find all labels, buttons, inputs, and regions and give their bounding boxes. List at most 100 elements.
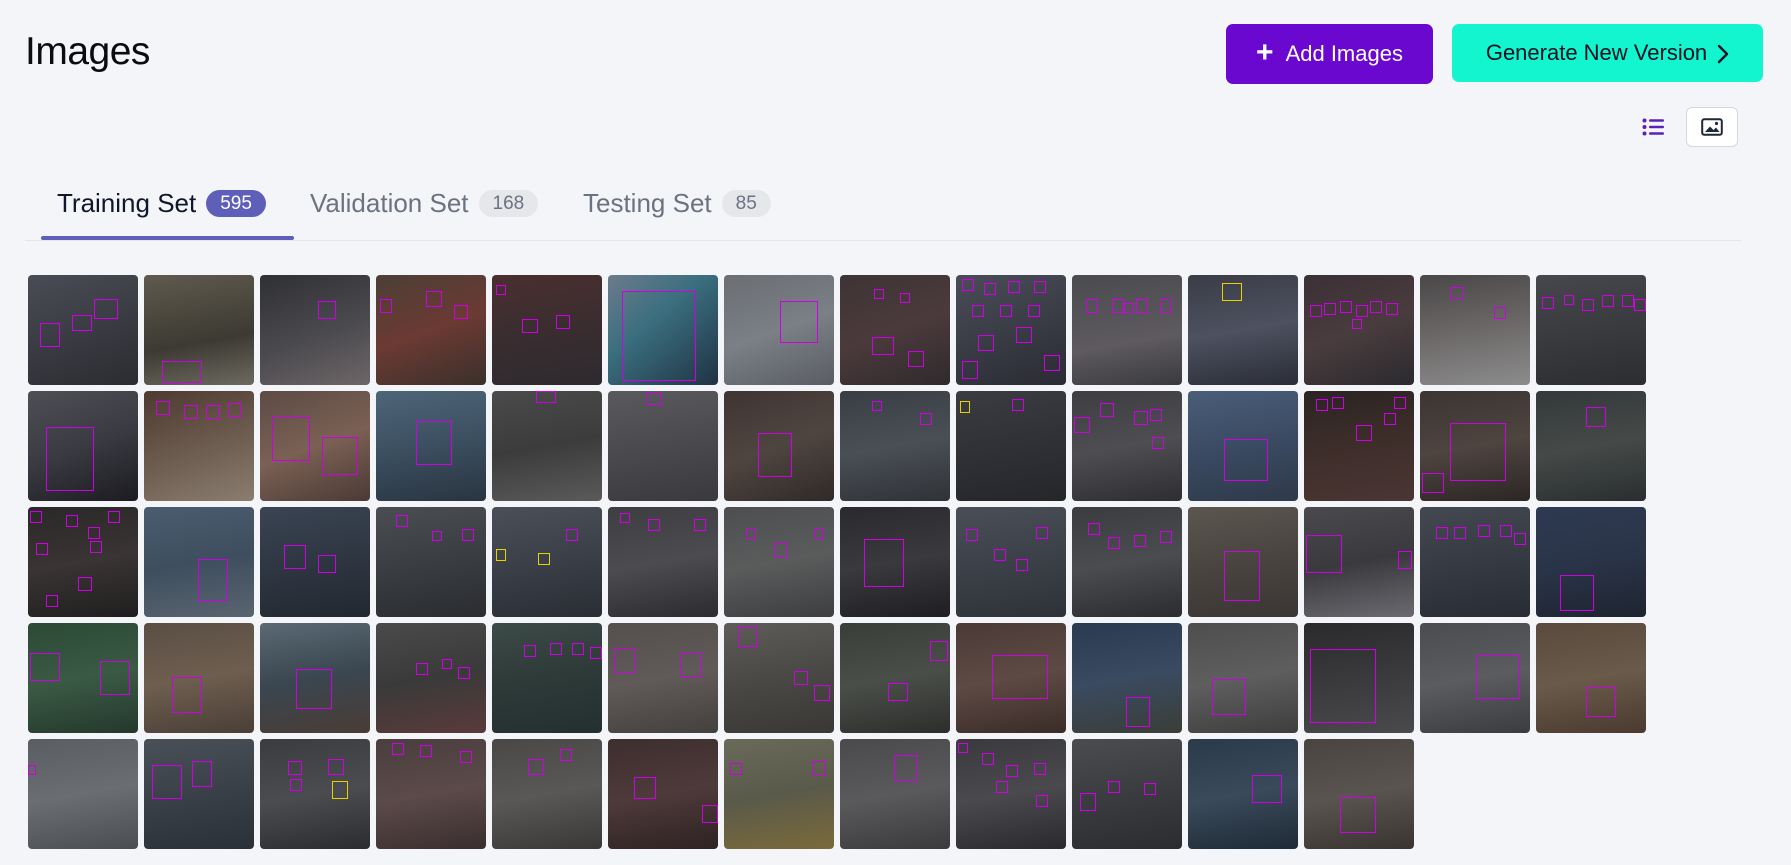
bounding-box-annotation [460,751,472,763]
image-thumbnail[interactable] [28,739,138,849]
bounding-box-annotation [1340,301,1352,313]
bounding-box-annotation [680,653,702,677]
bounding-box-annotation [1450,287,1464,299]
image-grid [28,275,1646,849]
image-thumbnail[interactable] [608,739,718,849]
image-thumbnail[interactable] [376,507,486,617]
image-thumbnail[interactable] [724,623,834,733]
image-thumbnail[interactable] [956,623,1066,733]
image-thumbnail[interactable] [144,275,254,385]
bounding-box-annotation [1306,535,1342,573]
bounding-box-annotation [930,641,948,661]
bounding-box-annotation [1560,575,1594,611]
bounding-box-annotation [900,293,910,303]
image-thumbnail[interactable] [1420,623,1530,733]
image-thumbnail[interactable] [1420,507,1530,617]
image-thumbnail[interactable] [724,507,834,617]
image-thumbnail[interactable] [492,623,602,733]
bounding-box-annotation [1222,283,1242,301]
image-thumbnail[interactable] [492,391,602,501]
image-thumbnail[interactable] [376,623,486,733]
bounding-box-annotation [1100,403,1114,417]
image-thumbnail[interactable] [376,391,486,501]
image-thumbnail[interactable] [608,275,718,385]
bounding-box-annotation [1086,299,1098,313]
image-thumbnail[interactable] [724,275,834,385]
generate-new-version-button[interactable]: Generate New Version [1452,24,1763,82]
image-thumbnail[interactable] [144,391,254,501]
image-thumbnail[interactable] [1188,739,1298,849]
image-thumbnail[interactable] [28,275,138,385]
image-thumbnail[interactable] [956,739,1066,849]
image-thumbnail[interactable] [1304,275,1414,385]
image-view-toggle[interactable] [1686,107,1738,147]
image-thumbnail[interactable] [1304,391,1414,501]
image-thumbnail[interactable] [840,739,950,849]
tab-training-set[interactable]: Training Set 595 [57,178,266,241]
image-thumbnail[interactable] [1188,507,1298,617]
image-thumbnail[interactable] [260,739,370,849]
image-thumbnail[interactable] [144,507,254,617]
image-thumbnail[interactable] [144,739,254,849]
image-thumbnail[interactable] [1536,391,1646,501]
image-thumbnail[interactable] [1188,391,1298,501]
bounding-box-annotation [966,529,978,541]
image-thumbnail[interactable] [1536,623,1646,733]
bounding-box-annotation [392,743,404,755]
image-thumbnail[interactable] [492,275,602,385]
bounding-box-annotation [812,761,826,775]
image-thumbnail[interactable] [840,507,950,617]
image-thumbnail[interactable] [1304,507,1414,617]
image-thumbnail[interactable] [376,275,486,385]
chevron-right-icon [1717,44,1729,63]
image-thumbnail[interactable] [1188,275,1298,385]
image-thumbnail[interactable] [28,623,138,733]
image-thumbnail[interactable] [1420,391,1530,501]
image-thumbnail[interactable] [840,275,950,385]
list-view-toggle[interactable] [1634,108,1672,146]
add-images-button[interactable]: + Add Images [1226,24,1433,84]
bounding-box-annotation [458,667,470,679]
image-thumbnail[interactable] [260,275,370,385]
image-thumbnail[interactable] [724,739,834,849]
image-thumbnail[interactable] [956,391,1066,501]
tab-testing-set[interactable]: Testing Set 85 [583,178,771,241]
image-thumbnail[interactable] [1072,623,1182,733]
image-thumbnail[interactable] [1072,507,1182,617]
bounding-box-annotation [1160,299,1172,313]
image-thumbnail[interactable] [608,507,718,617]
image-thumbnail[interactable] [376,739,486,849]
image-thumbnail[interactable] [1188,623,1298,733]
image-thumbnail[interactable] [840,391,950,501]
image-thumbnail[interactable] [144,623,254,733]
image-thumbnail[interactable] [1072,391,1182,501]
bounding-box-annotation [982,753,994,765]
image-thumbnail[interactable] [608,391,718,501]
image-thumbnail[interactable] [840,623,950,733]
tab-validation-set[interactable]: Validation Set 168 [310,178,539,241]
image-thumbnail[interactable] [28,507,138,617]
image-thumbnail[interactable] [956,275,1066,385]
image-thumbnail[interactable] [492,507,602,617]
image-thumbnail[interactable] [608,623,718,733]
image-thumbnail[interactable] [260,391,370,501]
image-thumbnail[interactable] [260,623,370,733]
image-thumbnail[interactable] [956,507,1066,617]
bounding-box-annotation [1016,559,1028,571]
bounding-box-annotation [556,315,570,329]
image-thumbnail[interactable] [1536,507,1646,617]
image-thumbnail[interactable] [260,507,370,617]
image-thumbnail[interactable] [1304,623,1414,733]
bounding-box-annotation [46,427,94,491]
image-thumbnail[interactable] [492,739,602,849]
image-thumbnail[interactable] [1072,275,1182,385]
bounding-box-annotation [1028,305,1040,317]
bounding-box-annotation [702,805,718,823]
image-thumbnail[interactable] [1420,275,1530,385]
image-thumbnail[interactable] [28,391,138,501]
image-thumbnail[interactable] [1536,275,1646,385]
image-thumbnail[interactable] [1072,739,1182,849]
bounding-box-annotation [198,559,228,601]
image-thumbnail[interactable] [724,391,834,501]
image-thumbnail[interactable] [1304,739,1414,849]
